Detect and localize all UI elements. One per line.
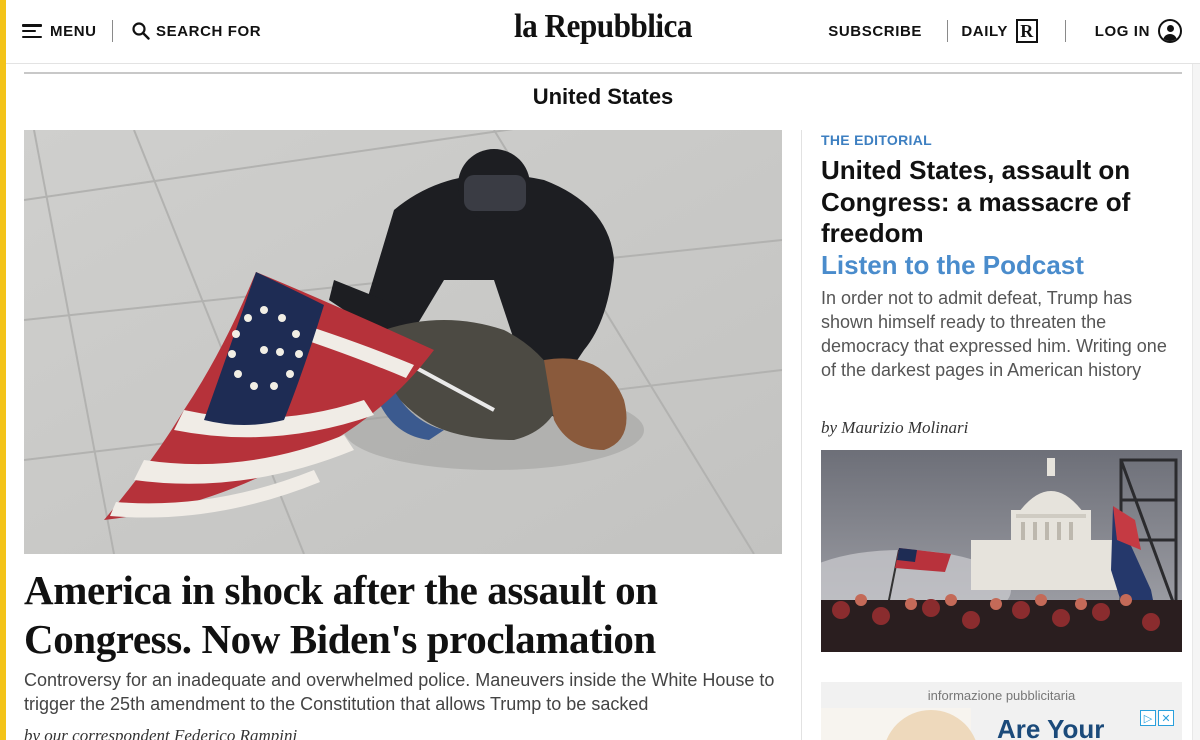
ad-image [821,708,979,740]
menu-label: MENU [50,22,97,40]
daily-link[interactable]: DAILY R [961,0,1038,62]
column-divider [801,130,802,740]
scrollbar[interactable] [1192,64,1200,740]
repubblica-r-icon: R [1016,19,1038,43]
podcast-link[interactable]: Listen to the Podcast [821,250,1084,281]
capitol-crowd-photo [821,450,1182,652]
header-separator [112,20,113,42]
header-separator [1065,20,1066,42]
search-icon [132,22,150,40]
main-story-byline: by our correspondent Federico Rampini [24,726,298,740]
capitol-police-arrest-photo [24,130,782,554]
main-story-summary: Controversy for an inadequate and overwh… [24,670,775,714]
search-label: SEARCH FOR [156,22,262,40]
ad-label: informazione pubblicitaria [927,688,1076,703]
user-icon [1158,19,1182,43]
section-title: United States [532,84,674,109]
login-button[interactable]: LOG IN [1095,0,1182,62]
editorial-summary: In order not to admit defeat, Trump has … [821,288,1167,380]
editorial-title[interactable]: United States, assault on Congress: a ma… [821,155,1181,250]
ad-close-icon[interactable]: ✕ [1158,710,1174,726]
header-separator [947,20,948,42]
hamburger-icon [22,24,42,38]
site-header: MENU SEARCH FOR la Repubblica SUBSCRIBE … [6,0,1200,64]
editorial-byline: by Maurizio Molinari [821,418,969,437]
search-button[interactable]: SEARCH FOR [132,0,261,62]
login-label: LOG IN [1094,22,1150,40]
subscribe-link[interactable]: SUBSCRIBE [828,0,922,62]
section-rule [24,72,1182,74]
daily-label: DAILY [961,22,1008,40]
ad-banner[interactable]: informazione pubblicitaria Are Your ▷ ✕ [821,682,1182,740]
menu-button[interactable]: MENU [22,0,97,62]
editorial-kicker[interactable]: THE EDITORIAL [821,132,932,148]
ad-text: Are Your [997,714,1105,740]
adchoices-icon[interactable]: ▷ ✕ [1140,710,1174,726]
adchoices-play-icon: ▷ [1140,710,1156,726]
left-accent-bar [0,0,6,740]
main-story-headline[interactable]: America in shock after the assault on Co… [24,566,784,664]
main-story-photo[interactable] [24,130,782,554]
site-logo[interactable]: la Repubblica [465,8,741,46]
editorial-photo[interactable] [821,450,1182,652]
